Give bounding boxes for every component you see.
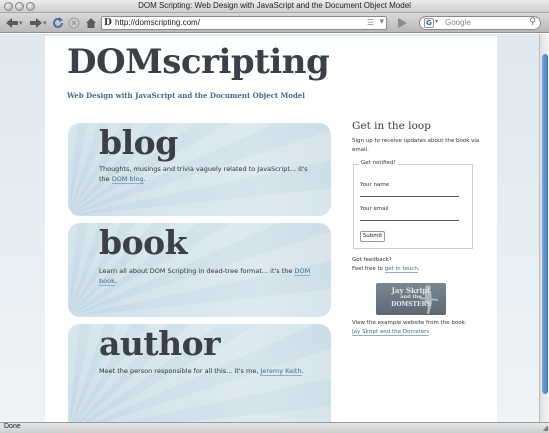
band-logo-line-3: DOMSTERS <box>391 301 431 308</box>
notify-form: Get notified! Your name Your email Submi… <box>353 160 473 249</box>
forward-history-dropdown-icon[interactable]: ▾ <box>43 16 47 30</box>
forward-arrow-icon <box>30 18 42 28</box>
book-card-text: Learn all about DOM Scripting in dead-tr… <box>99 266 314 286</box>
band-logo-image[interactable]: Jay Skript and the DOMSTERS <box>376 283 446 315</box>
go-button[interactable] <box>393 16 411 30</box>
window-title: DOM Scripting: Web Design with JavaScrip… <box>138 1 411 10</box>
window-titlebar: DOM Scripting: Web Design with JavaScrip… <box>0 0 549 13</box>
back-history-dropdown-icon[interactable]: ▾ <box>19 16 23 30</box>
get-in-touch-link[interactable]: get in touch <box>384 266 418 273</box>
stop-button[interactable] <box>67 16 81 30</box>
feedback-question: Got feedback? <box>352 257 392 263</box>
name-label: Your name <box>360 182 390 188</box>
feedback-text-after: . <box>417 266 420 272</box>
resize-grip-icon[interactable]: ◢ <box>543 424 548 432</box>
browser-toolbar: ▾ ▾ D http://domscripting.com/ ☰ ▾ G ▾ G… <box>0 13 549 33</box>
home-icon <box>86 18 96 28</box>
name-field[interactable] <box>360 192 459 197</box>
example-website-text: View the example website from the book: … <box>352 319 484 337</box>
blog-card-title[interactable]: blog <box>99 123 178 162</box>
blog-card-text-after: . <box>143 175 146 183</box>
search-input[interactable]: Google <box>445 18 471 27</box>
site-title[interactable]: DOMscripting <box>67 42 330 82</box>
author-card-text: Meet the person responsible for all this… <box>99 366 314 376</box>
status-bar: Done ◢ <box>0 422 549 433</box>
dom-blog-link[interactable]: DOM blog <box>111 175 144 184</box>
feedback-text: Got feedback? Feel free to get in touch. <box>352 256 484 274</box>
author-card-title[interactable]: author <box>99 324 221 363</box>
rss-feed-icon[interactable]: ☰ <box>367 18 374 27</box>
feedback-line: Feel free to get in touch. <box>352 265 484 274</box>
scrollbar-thumb[interactable] <box>542 54 548 394</box>
page-container: DOMscripting Web Design with JavaScript … <box>45 36 497 422</box>
back-arrow-icon <box>6 18 18 28</box>
email-field[interactable] <box>360 216 459 221</box>
reload-button[interactable] <box>51 16 65 30</box>
site-tagline: Web Design with JavaScript and the Docum… <box>67 91 305 100</box>
bookmark-dropdown-icon[interactable]: ▾ <box>379 17 384 27</box>
search-engine-dropdown-icon[interactable]: ▾ <box>435 18 438 25</box>
book-card-text-before: Learn all about DOM Scripting in dead-tr… <box>99 267 295 275</box>
feedback-text-before: Feel free to <box>352 266 385 272</box>
form-legend: Get notified! <box>359 160 398 166</box>
search-box[interactable]: G ▾ Google ⚲ <box>419 16 541 30</box>
browser-viewport: DOMscripting Web Design with JavaScript … <box>0 34 539 422</box>
book-card-text-after: . <box>114 277 117 285</box>
site-favicon: D <box>104 18 112 28</box>
jeremy-keith-link[interactable]: Jeremy Keith <box>260 367 302 376</box>
status-text: Done <box>4 423 21 430</box>
search-engine-icon[interactable]: G <box>424 18 434 28</box>
example-website-intro: View the example website from the book: <box>352 320 467 326</box>
blog-card[interactable]: blog Thoughts, musings and trivia vaguel… <box>68 123 331 216</box>
url-bar[interactable]: D http://domscripting.com/ ☰ ▾ <box>101 16 387 30</box>
blog-card-text: Thoughts, musings and trivia vaguely rel… <box>99 164 314 184</box>
url-text[interactable]: http://domscripting.com/ <box>115 18 200 27</box>
email-label: Your email <box>360 206 389 212</box>
vertical-scrollbar[interactable] <box>539 34 549 422</box>
sidebar-heading: Get in the loop <box>352 120 431 132</box>
stop-icon <box>68 17 80 29</box>
go-arrow-icon <box>398 18 407 28</box>
home-button[interactable] <box>84 16 98 30</box>
author-card[interactable]: author Meet the person responsible for a… <box>68 324 331 422</box>
author-card-text-before: Meet the person responsible for all this… <box>99 367 261 375</box>
book-card[interactable]: book Learn all about DOM Scripting in de… <box>68 223 331 317</box>
search-icon[interactable]: ⚲ <box>529 17 536 27</box>
submit-button[interactable]: Submit <box>360 231 385 242</box>
book-card-title[interactable]: book <box>99 223 187 262</box>
band-logo-line-2: and the <box>400 294 422 300</box>
reload-icon <box>53 17 63 28</box>
sidebar-intro: Sign up to receive updates about the boo… <box>352 138 480 153</box>
author-card-text-after: . <box>301 367 304 375</box>
jay-skript-domsters-link[interactable]: Jay Skript and the Domsters <box>352 329 430 336</box>
